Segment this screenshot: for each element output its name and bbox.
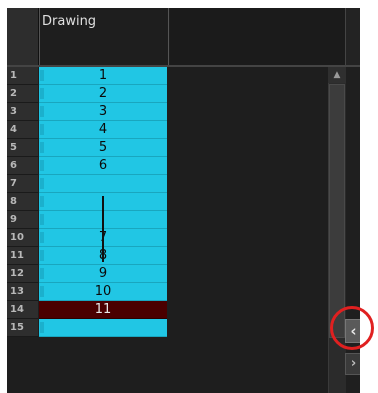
header-right-strip xyxy=(346,8,360,65)
cell-value: 1 xyxy=(98,68,108,83)
cell-value: 2 xyxy=(98,86,108,101)
exposure-cell[interactable] xyxy=(39,319,167,337)
highlight-circle xyxy=(330,306,374,350)
exposure-cell[interactable]: 2 xyxy=(39,85,167,103)
hold-exposure-line xyxy=(102,196,104,262)
drawing-column-header[interactable]: Drawing xyxy=(39,8,169,65)
frame-number[interactable]: 4 xyxy=(7,121,38,139)
drag-handle-icon[interactable] xyxy=(40,322,44,333)
cell-value: 10 xyxy=(94,284,112,299)
header-empty-area xyxy=(170,8,346,65)
frame-number[interactable]: 6 xyxy=(7,157,38,175)
scrollbar-thumb[interactable] xyxy=(329,84,345,338)
exposure-cell[interactable]: 9 xyxy=(39,265,167,283)
scroll-up-arrow-icon[interactable]: ▲ xyxy=(328,67,346,83)
exposure-cell[interactable]: 1 xyxy=(39,67,167,85)
frame-number[interactable]: 10 xyxy=(7,229,38,247)
frame-number[interactable]: 3 xyxy=(7,103,38,121)
exposure-cell[interactable]: 4 xyxy=(39,121,167,139)
drag-handle-icon[interactable] xyxy=(40,196,44,207)
exposure-cell[interactable]: 6 xyxy=(39,157,167,175)
cell-value: 4 xyxy=(98,122,108,137)
cell-value: 11 xyxy=(94,302,112,317)
drag-handle-icon[interactable] xyxy=(40,178,44,189)
cell-value: 6 xyxy=(98,158,108,173)
cell-value: 3 xyxy=(98,104,108,119)
xsheet-panel: Drawing 1 2 3 4 5 6 7 8 9 10 11 12 13 14… xyxy=(7,8,360,393)
frame-number[interactable]: 1 xyxy=(7,67,38,85)
frame-number[interactable]: 12 xyxy=(7,265,38,283)
expand-arrow-icon[interactable]: › xyxy=(345,353,360,375)
exposure-cell[interactable]: 5 xyxy=(39,139,167,157)
header-gutter xyxy=(7,8,39,65)
exposure-cell[interactable] xyxy=(39,175,167,193)
frame-number[interactable]: 14 xyxy=(7,301,38,319)
drag-handle-icon[interactable] xyxy=(40,214,44,225)
cell-value: 5 xyxy=(98,140,108,155)
frame-number[interactable]: 11 xyxy=(7,247,38,265)
frame-number[interactable]: 2 xyxy=(7,85,38,103)
frame-number[interactable]: 5 xyxy=(7,139,38,157)
frame-number[interactable]: 8 xyxy=(7,193,38,211)
frame-number[interactable]: 7 xyxy=(7,175,38,193)
frame-number[interactable]: 13 xyxy=(7,283,38,301)
column-title: Drawing xyxy=(42,14,97,29)
exposure-cell-selected[interactable]: 11 xyxy=(39,301,167,319)
exposure-cell[interactable]: 3 xyxy=(39,103,167,121)
frame-number[interactable]: 9 xyxy=(7,211,38,229)
frame-number-column: 1 2 3 4 5 6 7 8 9 10 11 12 13 14 15 xyxy=(7,67,38,337)
exposure-cell[interactable]: 10 xyxy=(39,283,167,301)
cell-value: 9 xyxy=(98,266,108,281)
frame-number[interactable]: 15 xyxy=(7,319,38,337)
